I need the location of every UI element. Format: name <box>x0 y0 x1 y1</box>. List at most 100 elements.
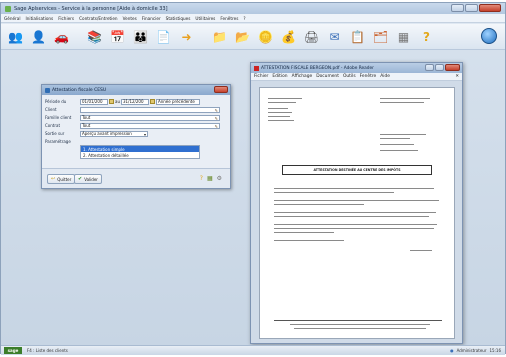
text-line <box>274 228 434 230</box>
card-icon[interactable]: 🗂 <box>372 28 389 45</box>
menu-fichiers[interactable]: Fichiers <box>58 16 74 21</box>
output-label: Sortie sur <box>45 131 65 136</box>
pdf-menu-document[interactable]: Document <box>316 74 339 79</box>
calendar-icon[interactable] <box>109 99 114 104</box>
output-select[interactable]: Aperçu avant impression ▾ <box>80 130 148 137</box>
edit-icon[interactable]: ✎ <box>215 116 218 121</box>
dialog-footer: ↩ Quitter ✔ Valider ? ▦ ⚙ <box>42 168 230 188</box>
dialog-title-bar: Attestation fiscale CESU <box>42 85 230 95</box>
text-line <box>268 98 302 100</box>
status-text: F4 : Liste des clients <box>27 348 68 353</box>
grid-icon[interactable]: ▦ <box>207 175 213 182</box>
text-line <box>274 232 334 234</box>
contract-field[interactable]: Tout ✎ <box>80 122 220 129</box>
help-icon[interactable]: ? <box>418 28 435 45</box>
dialog-tools: ? ▦ ⚙ <box>200 175 222 182</box>
text-line <box>274 216 429 218</box>
text-line <box>268 108 288 110</box>
app-window: Sage Aplservices - Service à la personne… <box>0 2 506 355</box>
client-field[interactable]: ✎ <box>80 106 220 113</box>
pdf-reader-window: ATTESTATION FISCALE BERGEON.pdf - Adobe … <box>250 62 463 344</box>
close-button[interactable] <box>479 4 501 12</box>
menu-ventes[interactable]: Ventes <box>123 16 137 21</box>
dialog-close-button[interactable] <box>214 86 228 93</box>
menu-general[interactable]: Général <box>4 16 21 21</box>
settings-row: Paramétrage <box>45 138 80 145</box>
menu-utilitaires[interactable]: Utilitaires <box>195 16 215 21</box>
menu-financier[interactable]: Financier <box>142 16 161 21</box>
settings-list[interactable]: 1. Attestation simple 2. Attestation dét… <box>80 145 200 159</box>
coins-icon[interactable]: 🪙 <box>257 28 274 45</box>
minimize-button[interactable] <box>451 4 464 12</box>
period-from-field[interactable]: 01/01/200 <box>80 98 108 105</box>
menu-help[interactable]: ? <box>243 16 245 21</box>
pdf-close-button[interactable] <box>445 64 460 71</box>
dialog-icon <box>45 87 50 93</box>
text-line <box>380 102 424 104</box>
pdf-menu-outils[interactable]: Outils <box>343 74 356 79</box>
edit-icon[interactable]: ✎ <box>215 124 218 129</box>
text-line <box>268 102 296 104</box>
mail-icon[interactable]: ✉ <box>326 28 343 45</box>
help-icon[interactable]: ? <box>200 175 203 182</box>
pdf-minimize-button[interactable] <box>425 64 434 71</box>
validate-label: Valider <box>84 176 98 182</box>
list-item[interactable]: 2. Attestation détaillée <box>81 152 199 158</box>
person-icon[interactable]: 👤 <box>30 28 47 45</box>
globe-icon[interactable] <box>481 28 497 44</box>
pdf-menu-aide[interactable]: Aide <box>380 74 390 79</box>
quit-button[interactable]: ↩ Quitter <box>47 174 76 184</box>
dialog-title: Attestation fiscale CESU <box>52 87 107 93</box>
arrow-icon[interactable]: ➜ <box>178 28 195 45</box>
menu-statistiques[interactable]: Statistiques <box>166 16 191 21</box>
app-title: Sage Aplservices - Service à la personne… <box>14 5 168 12</box>
car-icon[interactable]: 🚗 <box>53 28 70 45</box>
menu-initialisations[interactable]: Initialisations <box>26 16 54 21</box>
family-row: Famille client Tout ✎ <box>45 114 220 121</box>
validate-button[interactable]: ✔ Valider <box>74 174 102 184</box>
document-icon[interactable]: 📄 <box>155 28 172 45</box>
people-icon[interactable]: 👥 <box>7 28 24 45</box>
family-field[interactable]: Tout ✎ <box>80 114 220 121</box>
grid-icon[interactable]: ▦ <box>395 28 412 45</box>
money-bag-icon[interactable]: 💰 <box>280 28 297 45</box>
text-line <box>380 138 410 140</box>
calendar-icon[interactable] <box>150 99 155 104</box>
text-line <box>274 200 439 202</box>
pdf-title-bar: ATTESTATION FISCALE BERGEON.pdf - Adobe … <box>251 63 462 73</box>
pdf-menu-fenetre[interactable]: Fenêtre <box>360 74 377 79</box>
chevron-down-icon[interactable]: ▾ <box>144 132 146 137</box>
text-line <box>274 240 344 242</box>
period-to-field[interactable]: 31/12/200 <box>121 98 149 105</box>
folder-user-icon[interactable]: 📂 <box>234 28 251 45</box>
text-line <box>380 150 418 152</box>
text-line <box>274 212 436 214</box>
attestation-dialog: Attestation fiscale CESU Période du 01/0… <box>41 84 231 189</box>
text-line <box>268 120 294 122</box>
menu-contrats[interactable]: Contrats/Entretien <box>79 16 118 21</box>
notes-icon[interactable]: 📋 <box>349 28 366 45</box>
app-title-bar: Sage Aplservices - Service à la personne… <box>1 3 505 14</box>
footer-rule <box>274 320 442 321</box>
pdf-menu-affichage[interactable]: Affichage <box>292 74 313 79</box>
client-label: Client <box>45 107 57 112</box>
settings-icon[interactable]: ⚙ <box>217 175 222 182</box>
sage-logo: sage <box>4 347 22 354</box>
pdf-menu-edition[interactable]: Edition <box>272 74 287 79</box>
pdf-menu-fichier[interactable]: Fichier <box>254 74 268 79</box>
menu-fenetres[interactable]: Fenêtres <box>220 16 238 21</box>
pdf-maximize-button[interactable] <box>435 64 444 71</box>
close-icon[interactable]: ✕ <box>455 74 459 79</box>
folder-icon[interactable]: 📁 <box>211 28 228 45</box>
maximize-button[interactable] <box>465 4 478 12</box>
family-label: Famille client <box>45 115 72 120</box>
books-icon[interactable]: 📚 <box>86 28 103 45</box>
period-option-field[interactable]: Année précédente <box>156 98 200 105</box>
contract-row: Contrat Tout ✎ <box>45 122 220 129</box>
team-icon[interactable]: 👪 <box>132 28 149 45</box>
printer-icon[interactable]: 🖨 <box>303 28 320 45</box>
calendar-icon[interactable]: 📅 <box>109 28 126 45</box>
edit-icon[interactable]: ✎ <box>215 108 218 113</box>
settings-label: Paramétrage <box>45 139 71 144</box>
text-line <box>380 144 414 146</box>
